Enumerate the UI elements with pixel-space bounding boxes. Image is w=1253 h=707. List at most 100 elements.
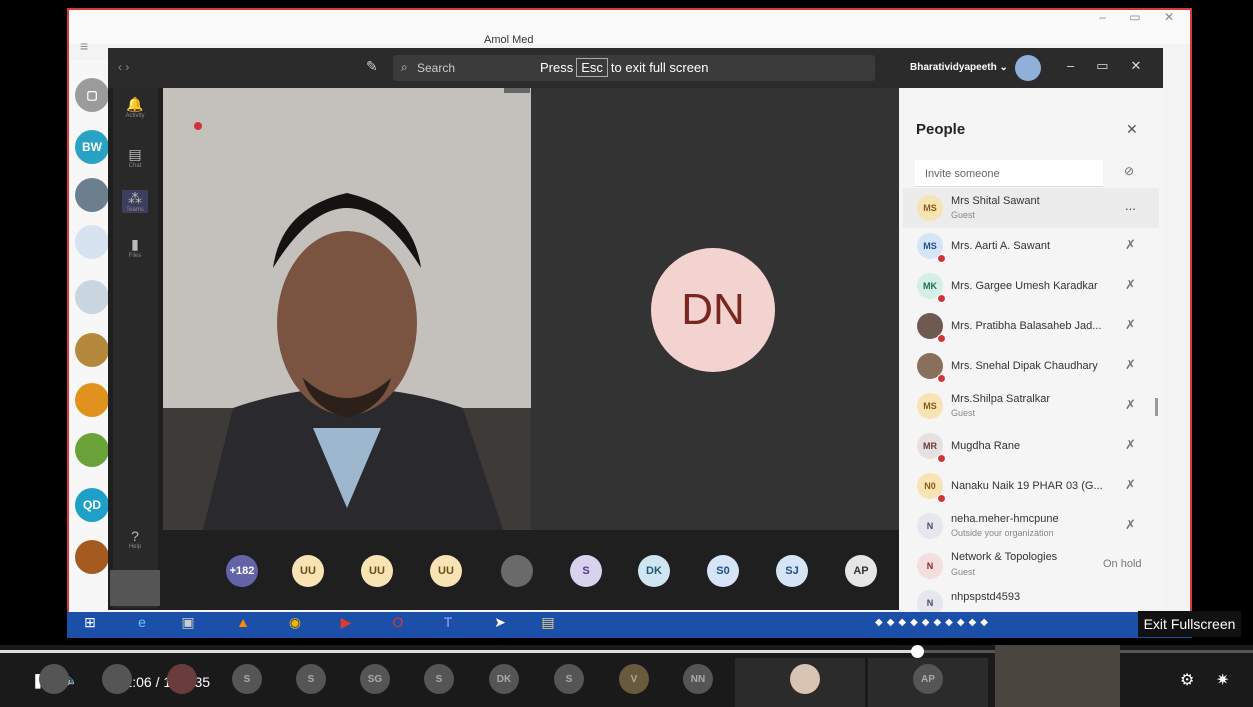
app-icon[interactable] bbox=[75, 383, 109, 417]
participant-name: Mugdha Rane bbox=[951, 440, 1021, 452]
more-participants[interactable]: +182 bbox=[226, 555, 258, 587]
participant-sub: Guest bbox=[951, 408, 976, 418]
app-icon[interactable] bbox=[75, 540, 109, 574]
app-icon[interactable]: ▢ bbox=[75, 78, 109, 112]
status-dot bbox=[937, 374, 946, 383]
avatar-initials: N bbox=[926, 521, 934, 531]
participant-row[interactable]: Mrs. Snehal Dipak Chaudhary ✗ bbox=[903, 346, 1159, 386]
strip-avatar[interactable]: S bbox=[570, 555, 602, 587]
progress-knob[interactable] bbox=[911, 645, 924, 658]
strip-avatar-photo[interactable] bbox=[501, 555, 533, 587]
participant-sub: Outside your organization bbox=[951, 528, 1054, 538]
avatar-bw[interactable]: BW bbox=[75, 130, 109, 164]
status-dot bbox=[937, 454, 946, 463]
rail-label: Files bbox=[128, 253, 142, 259]
participant-row[interactable]: N Network & Topologies Guest On hold bbox=[903, 546, 1159, 586]
participant-name: Mrs. Snehal Dipak Chaudhary bbox=[951, 360, 1098, 372]
help-icon[interactable]: ? Help bbox=[122, 528, 148, 550]
ie-icon[interactable]: e bbox=[132, 614, 152, 634]
participant-row[interactable]: MS Mrs. Aarti A. Sawant ✗ bbox=[903, 226, 1159, 266]
teams-icon[interactable]: ⁂ Teams bbox=[122, 190, 148, 213]
player-avatar-label: AP bbox=[921, 673, 935, 685]
player-avatar-label: S bbox=[565, 673, 573, 685]
teams-window-controls[interactable]: –▭✕ bbox=[1067, 58, 1163, 74]
invite-input[interactable]: Invite someone bbox=[915, 160, 1103, 187]
strip-avatar-label: UU bbox=[300, 565, 316, 577]
link-icon[interactable]: ⊘ bbox=[1124, 164, 1134, 178]
app-icon[interactable]: ▣ bbox=[178, 614, 198, 634]
participant-row[interactable]: MS Mrs Shital Sawant Guest ... bbox=[903, 188, 1159, 228]
player-avatar: NN bbox=[683, 664, 713, 694]
folder-icon[interactable]: ▤ bbox=[538, 614, 558, 634]
hint-press: Press bbox=[540, 60, 574, 75]
participant-row[interactable]: N nhpspstd4593 bbox=[903, 586, 1159, 616]
files-icon[interactable]: ▮ Files bbox=[122, 236, 148, 259]
player-avatar: AP bbox=[913, 664, 943, 694]
profile-avatar[interactable] bbox=[1015, 55, 1041, 81]
start-icon[interactable]: ⊞ bbox=[80, 614, 100, 634]
scrollbar[interactable] bbox=[1155, 398, 1158, 416]
device-icon[interactable] bbox=[110, 570, 160, 606]
player-avatar-label: DK bbox=[496, 673, 512, 685]
avatar-qd[interactable]: QD bbox=[75, 488, 109, 522]
player-avatar: S bbox=[232, 664, 262, 694]
status-dot bbox=[937, 294, 946, 303]
more-options-icon[interactable]: ... bbox=[1125, 198, 1136, 213]
participant-row[interactable]: MR Mugdha Rane ✗ bbox=[903, 426, 1159, 466]
app-icon[interactable] bbox=[75, 433, 109, 467]
strip-avatar-label: +182 bbox=[229, 565, 255, 577]
vlc-icon[interactable]: ▲ bbox=[233, 614, 253, 634]
strip-avatar[interactable]: UU bbox=[430, 555, 462, 587]
rail-label: Teams bbox=[126, 207, 144, 213]
teams-taskbar-icon[interactable]: T bbox=[438, 614, 458, 634]
strip-avatar[interactable]: UU bbox=[292, 555, 324, 587]
close-icon[interactable]: ✕ bbox=[1126, 121, 1138, 138]
compose-icon[interactable]: ✎ bbox=[366, 58, 378, 75]
search-label: Search bbox=[417, 61, 456, 75]
app-icon[interactable] bbox=[75, 280, 109, 314]
participant-row[interactable]: MS Mrs.Shilpa Satralkar Guest ✗ bbox=[903, 386, 1159, 426]
activity-bell-icon[interactable]: 🔔 Activity bbox=[122, 96, 148, 119]
strip-avatar[interactable]: DK bbox=[638, 555, 670, 587]
participant-avatar: MS bbox=[917, 195, 943, 221]
chrome-icon[interactable]: ◉ bbox=[285, 614, 305, 634]
participant-row[interactable]: N0 Nanaku Naik 19 PHAR 03 (G... ✗ bbox=[903, 466, 1159, 506]
participant-row[interactable]: Mrs. Pratibha Balasaheb Jad... ✗ bbox=[903, 306, 1159, 346]
player-avatar: S bbox=[296, 664, 326, 694]
mic-off-icon: ✗ bbox=[1125, 517, 1136, 532]
player-avatar-photo bbox=[790, 664, 820, 694]
avatar-initials: MS bbox=[923, 401, 937, 411]
menu-icon[interactable]: ≡ bbox=[80, 38, 88, 54]
app-icon[interactable] bbox=[75, 333, 109, 367]
fullscreen-hint: Press Esc to exit full screen bbox=[540, 58, 708, 77]
status-dot bbox=[937, 254, 946, 263]
chat-icon[interactable]: ▤ Chat bbox=[122, 146, 148, 169]
participant-name: Mrs. Aarti A. Sawant bbox=[951, 240, 1051, 252]
player-avatar: S bbox=[424, 664, 454, 694]
back-icon[interactable]: ‹ › bbox=[118, 60, 129, 74]
avatar-photo[interactable] bbox=[75, 178, 109, 212]
strip-avatar[interactable]: UU bbox=[361, 555, 393, 587]
fullscreen-icon[interactable]: ✷ bbox=[1216, 670, 1229, 690]
app-icon[interactable]: ➤ bbox=[490, 614, 510, 634]
on-hold-status: On hold bbox=[1103, 558, 1142, 570]
acrobat-icon[interactable]: ▶ bbox=[336, 614, 356, 634]
player-avatar-label: S bbox=[243, 673, 251, 685]
logo-icon[interactable] bbox=[75, 225, 109, 259]
participant-name: Network & Topologies bbox=[951, 551, 1058, 563]
participant-row[interactable]: MK Mrs. Gargee Umesh Karadkar ✗ bbox=[903, 266, 1159, 306]
opera-icon[interactable]: O bbox=[388, 614, 408, 634]
strip-avatar[interactable]: AP bbox=[845, 555, 877, 587]
recording-dot bbox=[194, 122, 202, 130]
participant-name: Mrs. Pratibha Balasaheb Jad... bbox=[951, 320, 1102, 332]
mic-off-icon: ✗ bbox=[1125, 397, 1136, 412]
participant-row[interactable]: N neha.meher-hmcpune Outside your organi… bbox=[903, 506, 1159, 546]
window-controls[interactable]: – ▭ ✕ bbox=[1099, 10, 1184, 24]
org-switcher[interactable]: Bharatividyapeeth ⌄ bbox=[910, 62, 1008, 73]
avatar-initials: N0 bbox=[924, 481, 936, 491]
avatar-initials: N bbox=[926, 598, 934, 608]
progress-fill bbox=[0, 650, 918, 653]
strip-avatar[interactable]: SJ bbox=[776, 555, 808, 587]
gear-icon[interactable]: ⚙ bbox=[1180, 670, 1194, 690]
strip-avatar[interactable]: S0 bbox=[707, 555, 739, 587]
